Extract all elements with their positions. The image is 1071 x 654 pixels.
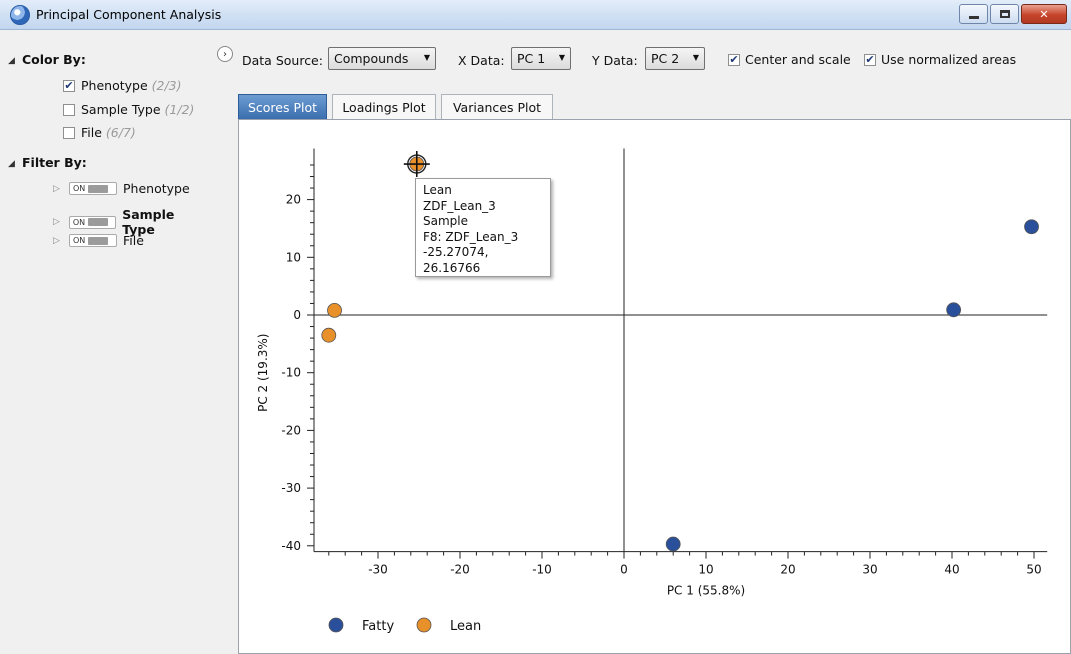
y-tick-label: -10 [281,366,301,380]
x-tick-label: 0 [620,563,628,577]
tooltip-line-5: -25.27074, 26.16766 [423,245,489,275]
tooltip-line-4: F8: ZDF_Lean_3 [423,229,519,244]
x-tick-label: 50 [1026,563,1041,577]
point-tooltip: Lean ZDF_Lean_3 Sample F8: ZDF_Lean_3 -2… [415,178,551,277]
tooltip-line-2: ZDF_Lean_3 [423,198,496,213]
y-tick-label: 20 [286,193,301,207]
legend-marker-fatty [328,617,344,633]
x-tick-label: 30 [862,563,877,577]
legend-marker-lean [416,617,432,633]
data-point-fatty [946,302,962,318]
x-tick-label: -30 [368,563,388,577]
x-tick-label: -10 [532,563,552,577]
x-axis-label: PC 1 (55.8%) [667,584,745,598]
tooltip-line-3: Sample [423,214,468,228]
x-tick-label: -20 [450,563,470,577]
legend-label-fatty: Fatty [362,619,394,634]
scores-plot-chart: 20 10 0 -10 -20 -30 -40 -30 -20 -10 0 10 20 30 40 50 PC … [256,148,1048,634]
y-tick-label: -40 [281,539,301,553]
y-tick-label: 0 [293,308,301,322]
data-point-fatty [1024,219,1039,235]
tooltip-line-1: Lean [423,183,452,197]
x-tick-label: 10 [698,563,713,577]
y-axis-label: PC 2 (19.3%) [256,334,270,412]
x-tick-label: 40 [944,563,959,577]
data-point-lean [327,302,342,318]
x-tick-label: 20 [780,563,795,577]
y-tick-label: 10 [286,250,301,264]
y-tick-label: -30 [281,481,301,495]
y-tick-label: -20 [281,423,301,437]
data-point-lean [321,327,337,343]
data-point-fatty [665,536,681,552]
legend-label-lean: Lean [450,619,481,634]
